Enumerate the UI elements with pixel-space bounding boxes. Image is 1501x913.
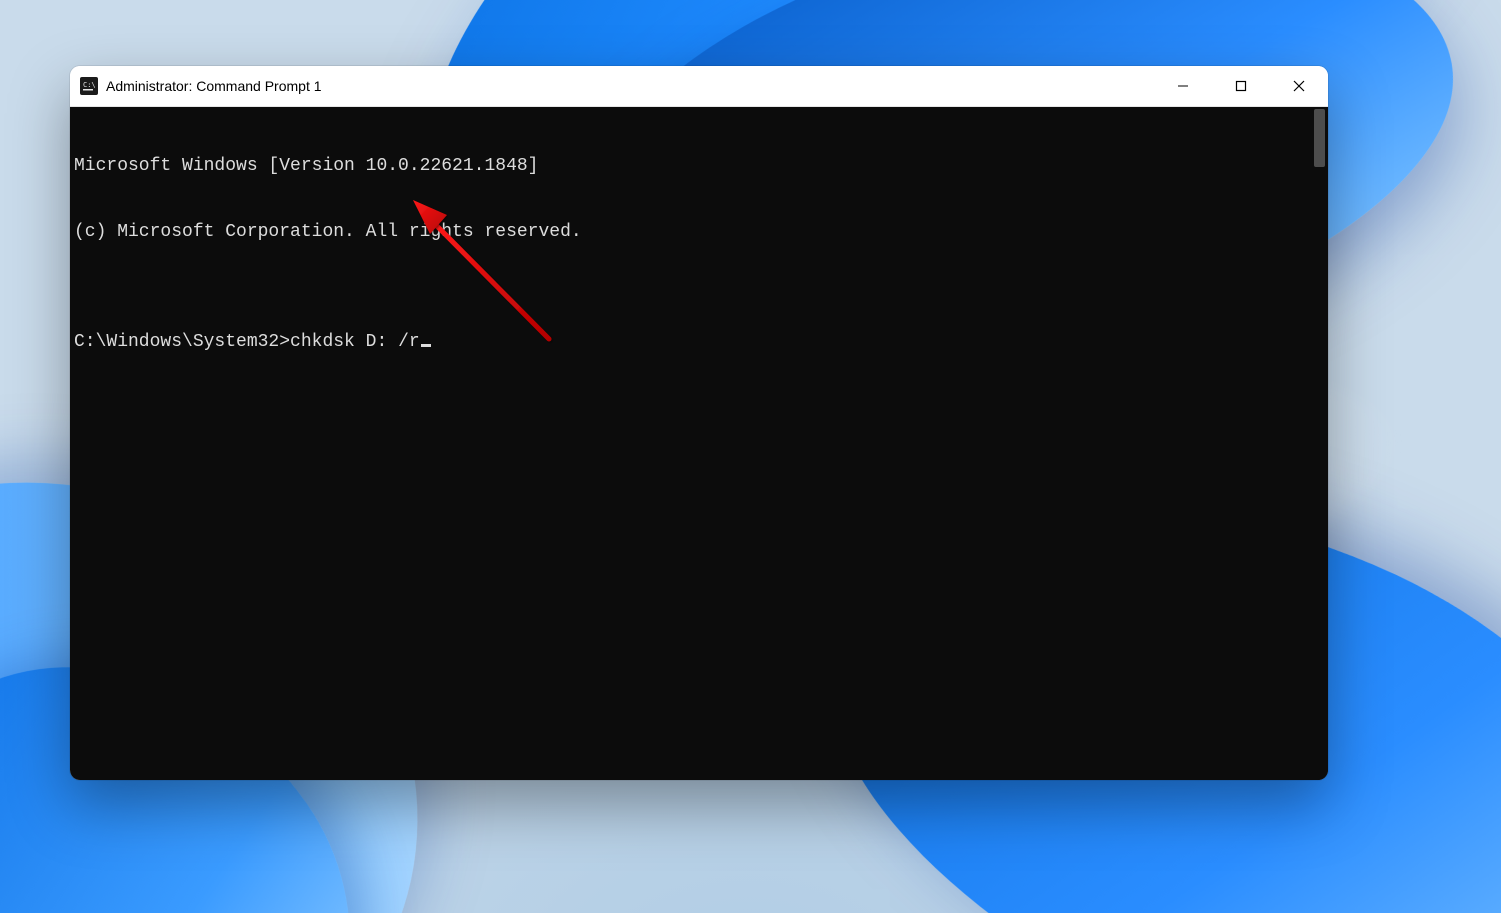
window-controls — [1154, 66, 1328, 106]
maximize-button[interactable] — [1212, 66, 1270, 106]
scrollbar[interactable] — [1311, 107, 1328, 780]
close-button[interactable] — [1270, 66, 1328, 106]
scrollbar-thumb[interactable] — [1314, 109, 1325, 167]
prompt-line: C:\Windows\System32>chkdsk D: /r — [74, 331, 1305, 353]
svg-text:C:\: C:\ — [83, 81, 96, 89]
prompt-path: C:\Windows\System32> — [74, 332, 290, 352]
minimize-button[interactable] — [1154, 66, 1212, 106]
titlebar[interactable]: C:\ Administrator: Command Prompt 1 — [70, 66, 1328, 107]
command-prompt-icon: C:\ — [80, 77, 98, 95]
text-cursor — [421, 344, 431, 347]
window-title: Administrator: Command Prompt 1 — [106, 78, 322, 94]
copyright-line: (c) Microsoft Corporation. All rights re… — [74, 221, 1305, 243]
command-prompt-window: C:\ Administrator: Command Prompt 1 Micr… — [70, 66, 1328, 780]
version-line: Microsoft Windows [Version 10.0.22621.18… — [74, 155, 1305, 177]
typed-command: chkdsk D: /r — [290, 332, 420, 352]
terminal-output[interactable]: Microsoft Windows [Version 10.0.22621.18… — [70, 107, 1311, 780]
